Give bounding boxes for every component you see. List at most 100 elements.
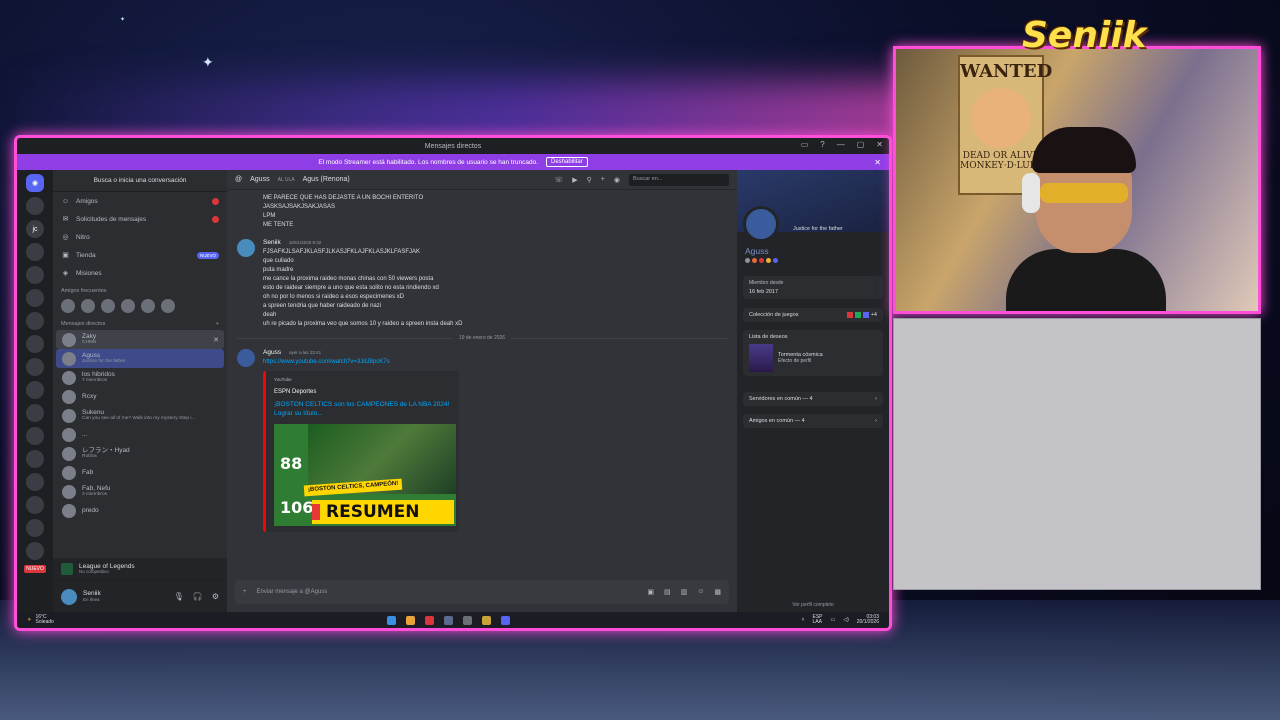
activity-bar[interactable]: League of Legends No competitivo [53,558,227,580]
nav-shop[interactable]: ▣ Tienda NUEVO [53,246,227,264]
discord-taskbar-icon[interactable] [501,615,510,625]
server-icon[interactable] [26,473,44,491]
nav-message-requests[interactable]: ✉ Solicitudes de mensajes [53,210,227,228]
app-icon[interactable] [463,615,472,625]
server-icon[interactable] [26,381,44,399]
server-icon[interactable] [26,519,44,537]
dm-item[interactable]: Sukenu Can you see all of me? Walk into m… [56,406,224,425]
badge-icon[interactable] [752,258,757,263]
badge-icon[interactable] [773,258,778,263]
profile-toggle-icon[interactable]: ◉ [614,176,620,184]
close-dm-icon[interactable]: ✕ [213,336,219,344]
video-thumbnail[interactable]: 88 106 ¡BOSTON CELTICS, CAMPEÓN! RESUMEN [274,424,456,527]
disable-streamer-button[interactable]: Deshabilitar [546,157,588,167]
microphone-icon[interactable]: 🎙 [174,592,184,601]
server-icon[interactable] [26,289,44,307]
chrome-icon[interactable] [406,615,415,625]
close-window-button[interactable]: ✕ [876,140,883,149]
avatar[interactable] [61,299,75,313]
dm-item[interactable]: ... [56,425,224,444]
pin-icon[interactable]: ⚲ [587,176,592,184]
gif-icon[interactable]: ▤ [664,588,671,596]
message-composer[interactable]: + Enviar mensaje a @Aguss ▣ ▤ ▥ ☺ ▦ [235,580,729,604]
view-full-profile-link[interactable]: Ver perfil completo [737,602,889,608]
emoji-icon[interactable]: ☺ [697,588,704,596]
apps-icon[interactable]: ▦ [714,588,721,596]
badge-icon[interactable] [766,258,771,263]
wishlist-card[interactable]: Lista de deseos Tormenta cósmica Efecto … [743,330,883,376]
empty-overlay-panel [893,318,1261,590]
volume-icon[interactable]: ◁) [843,617,849,623]
avatar[interactable] [121,299,135,313]
server-icon[interactable] [26,496,44,514]
network-icon[interactable]: ▭ [831,617,836,623]
embed-provider[interactable]: YouTube [274,377,451,384]
server-icon[interactable] [26,404,44,422]
avatar[interactable] [61,588,77,605]
servers-common-label: Servidores en común — 4 [749,396,813,402]
gear-icon[interactable]: ⚙ [212,592,219,601]
server-icon[interactable] [26,427,44,445]
server-icon[interactable] [26,450,44,468]
avatar[interactable] [81,299,95,313]
video-icon[interactable]: ▶ [572,176,577,184]
add-attachment-icon[interactable]: + [243,589,247,595]
nav-nitro[interactable]: ◎ Nitro [53,228,227,246]
dm-item[interactable]: レフラン・Hyad Roblox [56,444,224,463]
dm-item[interactable]: Aguss Justice for the father [56,349,224,368]
dm-item[interactable]: predo [56,501,224,520]
gift-icon[interactable]: ▣ [647,588,654,596]
headphones-icon[interactable]: 🎧 [193,592,203,601]
avatar[interactable] [101,299,115,313]
profile-avatar[interactable] [743,206,779,242]
dm-search-button[interactable]: Busca o inicia una conversación [53,170,227,192]
system-tray: ˄ ESP LAA ▭ ◁) 03:03 20/1/2026 [802,614,879,626]
servers-in-common[interactable]: Servidores en común — 4 › [743,392,883,406]
app-icon[interactable] [425,615,434,625]
server-icon[interactable] [26,312,44,330]
message-header: Aguss ayer a las 23:41 [237,348,727,368]
avatar[interactable] [161,299,175,313]
discord-home-button[interactable]: ◉ [26,174,44,192]
friends-in-common[interactable]: Amigos en común — 4 › [743,414,883,428]
start-icon[interactable] [387,615,396,625]
dm-item[interactable]: Fab, Nefu 3 miembros [56,482,224,501]
inbox-icon[interactable]: ▭ [801,140,809,149]
dm-item[interactable]: Zaky CHMN ✕ [56,330,224,349]
dm-item[interactable]: los hibridos 7 miembros [56,368,224,387]
server-icon[interactable] [26,542,44,560]
nav-friends[interactable]: ☺ Amigos [53,192,227,210]
add-friend-icon[interactable]: + [601,176,605,183]
server-icon[interactable] [26,266,44,284]
search-input[interactable]: Buscar en... [629,173,729,186]
app-icon[interactable] [482,615,491,625]
nav-quests[interactable]: ◈ Misiones [53,264,227,282]
server-icon[interactable] [26,197,44,215]
server-icon[interactable] [26,335,44,353]
app-icon[interactable] [444,615,453,625]
avatar[interactable] [237,239,255,257]
avatar[interactable] [141,299,155,313]
chevron-up-icon[interactable]: ˄ [802,617,805,623]
dm-sub: CHMN [82,340,97,346]
embed-author[interactable]: ESPN Deportes [274,388,451,397]
badge-icon[interactable] [745,258,750,263]
server-icon[interactable] [26,358,44,376]
nav-label: Solicitudes de mensajes [76,215,147,223]
message-link[interactable]: https://www.youtube.com/watch?v=3JdJ8pcK… [237,358,727,367]
server-icon[interactable] [26,243,44,261]
maximize-button[interactable]: ▢ [857,140,865,149]
composer-placeholder[interactable]: Enviar mensaje a @Aguss [257,589,328,595]
embed-title[interactable]: ¡BOSTON CELTICS son los CAMPEONES de LA … [274,401,451,419]
badge-icon[interactable] [759,258,764,263]
call-icon[interactable]: ☏ [555,176,564,184]
help-icon[interactable]: ? [820,140,824,149]
server-icon[interactable]: jc [26,220,44,238]
dm-item[interactable]: Fab [56,463,224,482]
sticker-icon[interactable]: ▥ [681,588,688,596]
games-card[interactable]: Colección de juegos +4 [743,308,883,322]
minimize-button[interactable]: — [837,140,845,149]
dm-item[interactable]: Rcxy [56,387,224,406]
add-dm-icon[interactable]: + [216,321,219,327]
close-banner-icon[interactable]: ✕ [874,158,881,167]
